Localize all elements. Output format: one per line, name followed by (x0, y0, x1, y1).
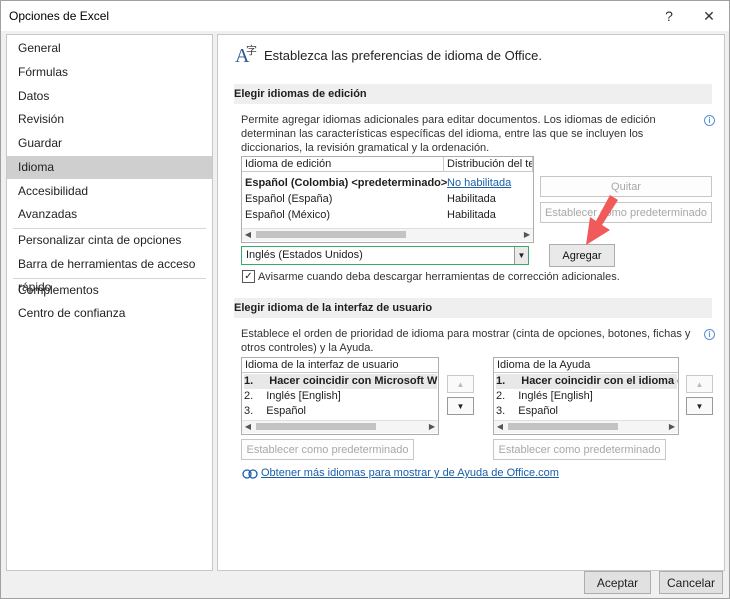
list-item-number: 2. (496, 390, 506, 402)
language-icon: A 字 (234, 42, 258, 67)
scroll-right-icon[interactable]: ▶ (426, 421, 438, 433)
sidebar-item-data[interactable]: Datos (7, 85, 212, 108)
notify-checkbox-label: Avisarme cuando deba descargar herramien… (258, 271, 620, 283)
section-ui-language: Elegir idioma de la interfaz de usuario (234, 298, 712, 318)
remove-button[interactable]: Quitar (540, 176, 712, 197)
category-sidebar: General Fórmulas Datos Revisión Guardar … (6, 34, 213, 571)
sidebar-item-proofing[interactable]: Revisión (7, 108, 212, 131)
list-item-label: Español (518, 405, 559, 417)
list-item-language[interactable]: Español (España) (245, 192, 332, 207)
title-bar: Opciones de Excel ? ✕ (1, 1, 729, 31)
options-dialog: Opciones de Excel ? ✕ General Fórmulas D… (0, 0, 730, 599)
sidebar-item-general[interactable]: General (7, 37, 212, 60)
list-item-display[interactable]: 1. Hacer coincidir con Microsoft Wind (244, 374, 439, 389)
sidebar-item-formulas[interactable]: Fórmulas (7, 61, 212, 84)
chevron-down-icon[interactable]: ▼ (514, 247, 528, 264)
list-item-language[interactable]: Español (México) (245, 208, 330, 223)
set-default-help-button[interactable]: Establecer como predeterminado (493, 439, 666, 460)
list-item-number: 1. (496, 375, 506, 387)
list-item-number: 3. (244, 405, 254, 417)
not-enabled-link[interactable]: No habilitada (447, 176, 511, 191)
help-button[interactable]: ? (653, 1, 685, 31)
column-header-editing-language[interactable]: Idioma de edición (242, 157, 444, 172)
list-item-layout-status: Habilitada (447, 193, 496, 205)
set-default-editing-button[interactable]: Establecer como predeterminado (540, 202, 712, 223)
close-button[interactable]: ✕ (693, 1, 725, 31)
sidebar-item-accessibility[interactable]: Accesibilidad (7, 180, 212, 203)
notify-checkbox[interactable]: ✓ (242, 270, 255, 283)
list-item-number: 2. (244, 390, 254, 402)
list-item-number: 3. (496, 405, 506, 417)
sidebar-item-addins[interactable]: Complementos (7, 279, 212, 302)
list-item-display[interactable]: 2. Inglés [English] (244, 389, 341, 404)
horizontal-scrollbar[interactable]: ◀ ▶ (494, 420, 678, 433)
add-language-combo-value: Inglés (Estados Unidos) (246, 249, 363, 261)
move-down-help-button[interactable]: ▼ (686, 397, 713, 415)
cancel-button[interactable]: Cancelar (659, 571, 723, 594)
sidebar-item-quick-access-toolbar[interactable]: Barra de herramientas de acceso rápido (7, 253, 212, 294)
scroll-left-icon[interactable]: ◀ (242, 421, 254, 433)
list-item-help[interactable]: 2. Inglés [English] (496, 389, 593, 404)
sidebar-item-customize-ribbon[interactable]: Personalizar cinta de opciones (7, 229, 212, 252)
list-item-language[interactable]: Español (Colombia) <predeterminado> (245, 176, 447, 191)
list-item-label: Hacer coincidir con el idioma de (521, 375, 679, 387)
sidebar-item-save[interactable]: Guardar (7, 132, 212, 155)
display-language-list[interactable]: Idioma de la interfaz de usuario 1. Hace… (241, 357, 439, 435)
sidebar-item-trust-center[interactable]: Centro de confianza (7, 302, 212, 325)
section-ui-title: Elegir idioma de la interfaz de usuario (234, 302, 433, 314)
horizontal-scrollbar[interactable]: ◀ ▶ (242, 228, 533, 241)
display-language-header[interactable]: Idioma de la interfaz de usuario (242, 358, 438, 373)
move-up-help-button[interactable]: ▲ (686, 375, 713, 393)
set-default-display-button[interactable]: Establecer como predeterminado (241, 439, 414, 460)
move-down-display-button[interactable]: ▼ (447, 397, 474, 415)
window-title: Opciones de Excel (9, 9, 110, 23)
info-icon[interactable]: i (704, 329, 715, 340)
scroll-right-icon[interactable]: ▶ (666, 421, 678, 433)
section-editing-title: Elegir idiomas de edición (234, 88, 367, 100)
ok-button[interactable]: Aceptar (584, 571, 651, 594)
ui-language-description: Establece el orden de prioridad de idiom… (241, 328, 691, 354)
scroll-thumb[interactable] (256, 423, 376, 430)
scroll-left-icon[interactable]: ◀ (494, 421, 506, 433)
language-settings-panel: A 字 Establezca las preferencias de idiom… (217, 34, 725, 571)
info-icon[interactable]: i (704, 115, 715, 126)
list-item-display[interactable]: 3. Español (244, 404, 306, 419)
editing-description: Permite agregar idiomas adicionales para… (241, 114, 656, 154)
help-language-header[interactable]: Idioma de la Ayuda (494, 358, 678, 373)
page-heading: Establezca las preferencias de idioma de… (264, 48, 542, 63)
annotation-arrow-icon (586, 195, 618, 245)
move-up-display-button[interactable]: ▲ (447, 375, 474, 393)
scroll-right-icon[interactable]: ▶ (521, 229, 533, 241)
editing-languages-list[interactable]: Idioma de edición Distribución del te Es… (241, 156, 534, 243)
scroll-left-icon[interactable]: ◀ (242, 229, 254, 241)
svg-text:字: 字 (246, 43, 257, 57)
list-item-layout-status: Habilitada (447, 209, 496, 221)
list-item-label: Inglés [English] (266, 390, 341, 402)
globe-link-icon (242, 467, 258, 479)
add-language-combo[interactable]: Inglés (Estados Unidos) ▼ (241, 246, 529, 265)
list-item-help[interactable]: 1. Hacer coincidir con el idioma de (496, 374, 679, 389)
column-header-keyboard-layout[interactable]: Distribución del te (444, 157, 533, 172)
list-item-label: Hacer coincidir con Microsoft Wind (269, 375, 439, 387)
list-item-help[interactable]: 3. Español (496, 404, 558, 419)
help-language-list[interactable]: Idioma de la Ayuda 1. Hacer coincidir co… (493, 357, 679, 435)
list-item-number: 1. (244, 375, 254, 387)
list-item-label: Español (266, 405, 307, 417)
list-item-label: Inglés [English] (518, 390, 593, 402)
scroll-thumb[interactable] (508, 423, 618, 430)
more-languages-link[interactable]: Obtener más idiomas para mostrar y de Ay… (261, 466, 559, 480)
scroll-thumb[interactable] (256, 231, 406, 238)
horizontal-scrollbar[interactable]: ◀ ▶ (242, 420, 438, 433)
section-editing-languages: Elegir idiomas de edición (234, 84, 712, 104)
sidebar-item-advanced[interactable]: Avanzadas (7, 203, 212, 226)
sidebar-item-language[interactable]: Idioma (7, 156, 212, 179)
